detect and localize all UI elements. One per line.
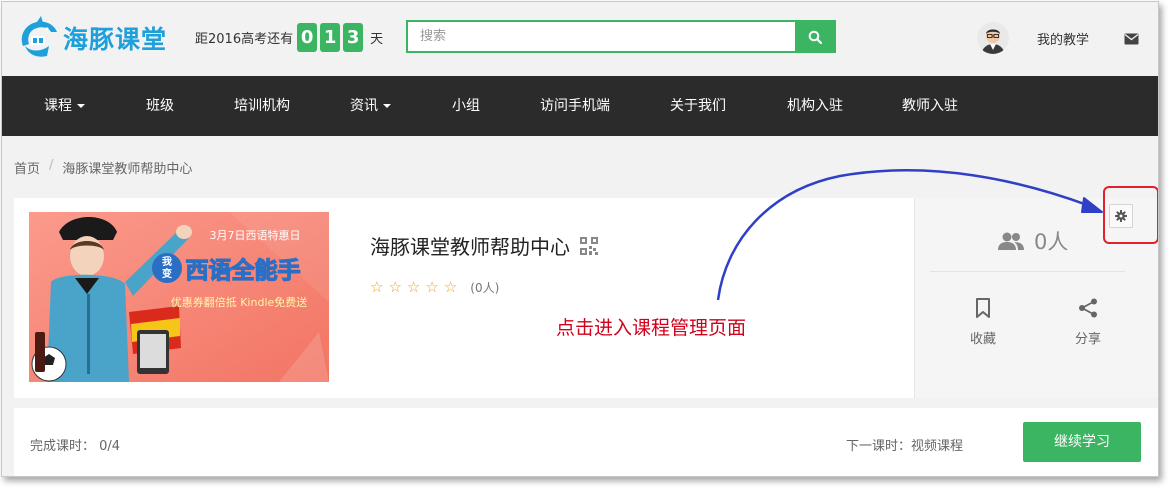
banner-headline: 西语全能手 (186, 257, 301, 284)
favorite-button[interactable]: 收藏 (953, 298, 1013, 347)
my-teaching-link[interactable]: 我的教学 (1037, 29, 1089, 48)
nav-label: 培训机构 (234, 98, 290, 114)
nav-label: 小组 (452, 98, 480, 114)
bookmark-icon (976, 298, 990, 318)
nav-label: 访问手机端 (540, 98, 610, 114)
nav-item-training-orgs[interactable]: 培训机构 (234, 76, 290, 136)
chevron-down-icon (383, 104, 391, 108)
star-outline-icon: ☆ (425, 278, 439, 296)
rating-stars: ☆ ☆ ☆ ☆ ☆ (0人) (370, 278, 499, 296)
banner-date-line: 3月7日西语特惠日 (210, 228, 301, 242)
top-header: 海豚课堂 距2016高考还有 0 1 3 天 搜索 我的教学 (2, 2, 1158, 76)
nav-item-teacher-join[interactable]: 教师入驻 (902, 76, 958, 136)
people-icon (998, 232, 1024, 250)
banner-badge-bottom: 变 (162, 267, 172, 280)
logo-text: 海豚课堂 (63, 25, 168, 54)
continue-learning-button[interactable]: 继续学习 (1023, 422, 1141, 462)
star-outline-icon: ☆ (388, 278, 402, 296)
panel-divider (930, 271, 1125, 272)
countdown-digit: 3 (343, 22, 364, 52)
chevron-down-icon (77, 104, 85, 108)
share-label: 分享 (1074, 332, 1101, 347)
breadcrumb: 首页 / 海豚课堂教师帮助中心 (14, 158, 192, 177)
user-avatar-image (977, 22, 1009, 54)
course-banner-image[interactable]: 3月7日西语特惠日 我 变 西语全能手 优惠券翻倍抵 Kindle免费送 (29, 212, 329, 382)
completed-lessons: 完成课时： 0/4 (30, 439, 121, 454)
student-count: 0人 (998, 226, 1068, 256)
exam-countdown: 距2016高考还有 0 1 3 天 (195, 22, 383, 52)
breadcrumb-current: 海豚课堂教师帮助中心 (62, 162, 193, 177)
nav-label: 资讯 (350, 98, 378, 114)
next-lesson[interactable]: 下一课时：视频课程 (846, 435, 963, 454)
course-title: 海豚课堂教师帮助中心 (370, 231, 598, 260)
search-input[interactable] (408, 22, 795, 51)
course-banner-illustration: 3月7日西语特惠日 我 变 西语全能手 优惠券翻倍抵 Kindle免费送 (29, 212, 329, 382)
nav-label: 关于我们 (670, 98, 726, 114)
course-progress-bar: 完成课时： 0/4 下一课时：视频课程 继续学习 (14, 408, 1158, 476)
banner-subline: 优惠券翻倍抵 Kindle免费送 (171, 295, 308, 309)
countdown-unit: 天 (370, 31, 384, 47)
student-count-text: 0人 (1034, 230, 1069, 254)
breadcrumb-home[interactable]: 首页 (14, 158, 40, 177)
qr-code-icon[interactable] (580, 236, 598, 255)
mail-icon[interactable] (1124, 30, 1139, 49)
share-button[interactable]: 分享 (1058, 298, 1118, 347)
search-icon (808, 30, 822, 44)
search-button[interactable] (795, 22, 834, 51)
course-card-top: 3月7日西语特惠日 我 变 西语全能手 优惠券翻倍抵 Kindle免费送 海豚课… (14, 198, 1158, 398)
star-outline-icon: ☆ (406, 278, 421, 296)
nav-item-groups[interactable]: 小组 (452, 76, 480, 136)
breadcrumb-separator: / (49, 158, 54, 173)
star-outline-icon: ☆ (443, 278, 458, 296)
nav-item-mobile[interactable]: 访问手机端 (540, 76, 610, 136)
gear-icon (1115, 210, 1127, 222)
nav-item-classes[interactable]: 班级 (146, 76, 174, 136)
share-icon (1079, 298, 1097, 318)
banner-badge-top: 我 (162, 255, 172, 268)
course-manage-button[interactable] (1109, 204, 1133, 228)
countdown-digit: 1 (320, 22, 341, 52)
user-avatar[interactable] (977, 22, 1009, 54)
nav-label: 班级 (146, 98, 174, 114)
nav-item-org-join[interactable]: 机构入驻 (787, 76, 843, 136)
site-logo[interactable]: 海豚课堂 (17, 16, 177, 58)
nav-item-courses[interactable]: 课程 (44, 76, 85, 136)
countdown-label: 距2016高考还有 (195, 31, 294, 47)
nav-label: 课程 (44, 98, 72, 114)
search-bar (406, 20, 836, 53)
main-nav: 课程 班级 培训机构 资讯 小组 访问手机端 关于我们 机构入驻 教师入驻 (2, 76, 1158, 136)
dolphin-logo-icon (21, 16, 57, 57)
nav-label: 教师入驻 (902, 98, 958, 114)
nav-item-about[interactable]: 关于我们 (670, 76, 726, 136)
course-title-text: 海豚课堂教师帮助中心 (370, 235, 570, 259)
nav-label: 机构入驻 (787, 98, 843, 114)
countdown-digit: 0 (297, 22, 318, 52)
favorite-label: 收藏 (969, 332, 996, 347)
nav-item-news[interactable]: 资讯 (350, 76, 391, 136)
rating-count: (0人) (470, 280, 500, 295)
browser-frame: 海豚课堂 距2016高考还有 0 1 3 天 搜索 我的教学 课程 班级 培训机… (1, 1, 1159, 477)
annotation-text: 点击进入课程管理页面 (556, 317, 747, 339)
card-divider (14, 398, 1158, 408)
star-outline-icon: ☆ (370, 278, 384, 296)
